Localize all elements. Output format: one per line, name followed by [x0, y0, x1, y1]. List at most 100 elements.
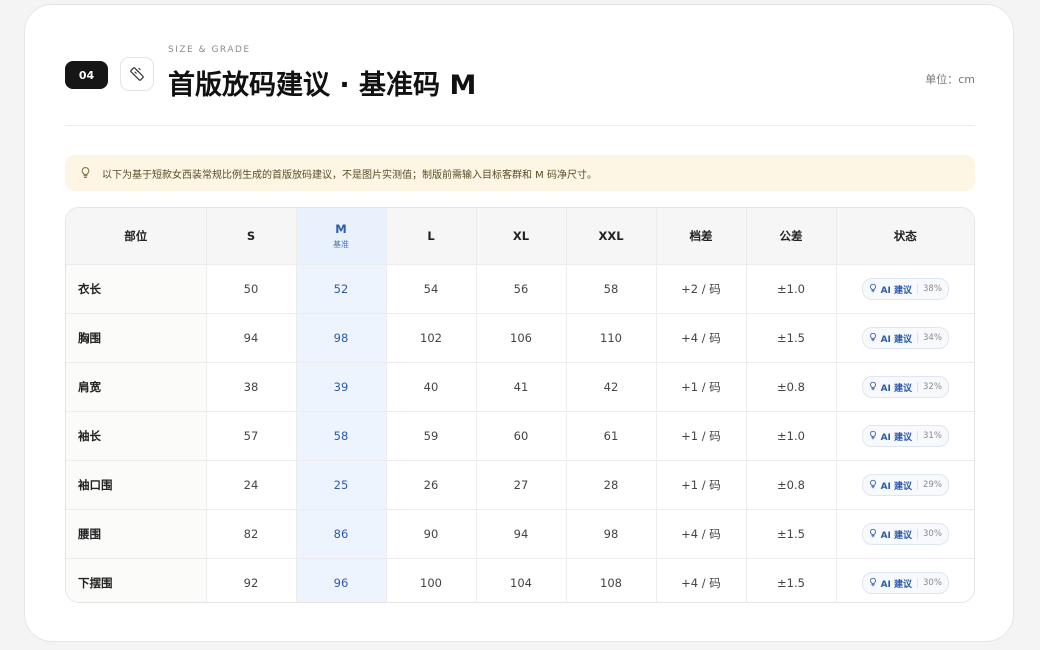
confidence-percent: 31%	[917, 431, 942, 441]
column-header-part: 部位	[66, 208, 207, 265]
cell-l: 90	[386, 509, 477, 559]
cell-s: 24	[206, 460, 297, 510]
column-header-xxl: XXL	[566, 208, 657, 265]
confidence-percent: 34%	[917, 333, 942, 343]
cell-grade: +4 / 码	[656, 558, 747, 602]
cell-s: 92	[206, 558, 297, 602]
cell-m: 86	[296, 509, 387, 559]
lightbulb-icon	[868, 479, 878, 492]
confidence-percent: 30%	[917, 529, 942, 539]
cell-xl: 41	[476, 362, 567, 412]
column-header-tolerance: 公差	[746, 208, 837, 265]
cell-xxl: 98	[566, 509, 657, 559]
cell-s: 57	[206, 411, 297, 461]
cell-grade: +1 / 码	[656, 411, 747, 461]
table-row: 袖长 57 58 59 60 61 +1 / 码 ±1.0 AI 建议 31%	[66, 411, 974, 461]
cell-s: 82	[206, 509, 297, 559]
status-label: AI 建议	[880, 530, 913, 541]
cell-xxl: 110	[566, 313, 657, 363]
cell-xl: 60	[476, 411, 567, 461]
status-label: AI 建议	[880, 285, 913, 296]
cell-l: 59	[386, 411, 477, 461]
cell-tolerance: ±0.8	[746, 362, 837, 412]
cell-xxl: 61	[566, 411, 657, 461]
cell-xl: 56	[476, 264, 567, 314]
cell-part: 衣长	[66, 264, 207, 314]
cell-xl: 94	[476, 509, 567, 559]
table-row: 衣长 50 52 54 56 58 +2 / 码 ±1.0 AI 建议 38%	[66, 264, 974, 314]
cell-xl: 27	[476, 460, 567, 510]
cell-xxl: 28	[566, 460, 657, 510]
column-header-m: M 基准	[296, 208, 387, 265]
cell-grade: +1 / 码	[656, 362, 747, 412]
cell-status: AI 建议 29%	[836, 460, 974, 510]
cell-l: 26	[386, 460, 477, 510]
notice-text: 以下为基于短款女西装常规比例生成的首版放码建议，不是图片实测值；制版前需输入目标…	[102, 169, 597, 181]
lightbulb-icon	[868, 577, 878, 590]
table-row: 袖口围 24 25 26 27 28 +1 / 码 ±0.8 AI 建议 29%	[66, 460, 974, 510]
cell-xl: 106	[476, 313, 567, 363]
cell-tolerance: ±1.5	[746, 313, 837, 363]
cell-l: 54	[386, 264, 477, 314]
page-title: 首版放码建议 · 基准码 M	[168, 70, 477, 101]
unit-label: 单位：cm	[925, 73, 975, 86]
confidence-percent: 32%	[917, 382, 942, 392]
ai-suggestion-badge[interactable]: AI 建议 38%	[861, 278, 949, 300]
table-row: 腰围 82 86 90 94 98 +4 / 码 ±1.5 AI 建议 30%	[66, 509, 974, 559]
table-row: 胸围 94 98 102 106 110 +4 / 码 ±1.5 AI 建议 3…	[66, 313, 974, 363]
size-table: 部位 S M 基准 L XL XXL 档差 公差 状态 衣长 50 52 54	[65, 207, 975, 603]
column-header-status: 状态	[836, 208, 974, 265]
cell-tolerance: ±1.5	[746, 558, 837, 602]
cell-status: AI 建议 30%	[836, 559, 974, 603]
header-divider	[65, 125, 975, 126]
cell-xxl: 42	[566, 362, 657, 412]
lightbulb-icon	[868, 430, 878, 443]
cell-status: AI 建议 38%	[836, 264, 974, 314]
cell-s: 50	[206, 264, 297, 314]
ai-suggestion-badge[interactable]: AI 建议 34%	[861, 327, 949, 349]
column-header-l: L	[386, 208, 477, 265]
cell-xxl: 108	[566, 558, 657, 602]
ai-suggestion-badge[interactable]: AI 建议 29%	[861, 474, 949, 496]
cell-part: 袖长	[66, 411, 207, 461]
status-label: AI 建议	[880, 334, 913, 345]
cell-status: AI 建议 34%	[836, 313, 974, 363]
cell-grade: +1 / 码	[656, 460, 747, 510]
cell-part: 胸围	[66, 313, 207, 363]
ai-suggestion-badge[interactable]: AI 建议 31%	[861, 425, 949, 447]
cell-grade: +2 / 码	[656, 264, 747, 314]
status-label: AI 建议	[880, 579, 913, 590]
cell-xl: 104	[476, 558, 567, 602]
ruler-icon	[120, 57, 154, 91]
lightbulb-icon	[868, 332, 878, 345]
cell-grade: +4 / 码	[656, 509, 747, 559]
cell-m: 25	[296, 460, 387, 510]
ai-suggestion-badge[interactable]: AI 建议 30%	[861, 523, 949, 545]
cell-m: 58	[296, 411, 387, 461]
table-row: 肩宽 38 39 40 41 42 +1 / 码 ±0.8 AI 建议 32%	[66, 362, 974, 412]
notice-banner: 以下为基于短款女西装常规比例生成的首版放码建议，不是图片实测值；制版前需输入目标…	[65, 155, 975, 191]
cell-grade: +4 / 码	[656, 313, 747, 363]
cell-status: AI 建议 30%	[836, 509, 974, 559]
cell-status: AI 建议 32%	[836, 362, 974, 412]
confidence-percent: 30%	[917, 578, 942, 588]
ai-suggestion-badge[interactable]: AI 建议 30%	[861, 572, 949, 594]
ai-suggestion-badge[interactable]: AI 建议 32%	[861, 376, 949, 398]
cell-m: 96	[296, 558, 387, 602]
size-grade-card: 04 SIZE & GRADE 首版放码建议 · 基准码 M 单位：cm 以下为…	[24, 4, 1014, 642]
lightbulb-icon	[79, 164, 92, 183]
cell-tolerance: ±0.8	[746, 460, 837, 510]
column-header-s: S	[206, 208, 297, 265]
table-row: 下摆围 92 96 100 104 108 +4 / 码 ±1.5 AI 建议 …	[66, 558, 974, 603]
cell-part: 肩宽	[66, 362, 207, 412]
status-label: AI 建议	[880, 432, 913, 443]
cell-m: 39	[296, 362, 387, 412]
base-size-tag: 基准	[333, 240, 349, 249]
status-label: AI 建议	[880, 481, 913, 492]
column-header-m-label: M	[335, 222, 347, 236]
cell-s: 94	[206, 313, 297, 363]
section-header: 04 SIZE & GRADE 首版放码建议 · 基准码 M 单位：cm	[65, 45, 975, 105]
cell-part: 袖口围	[66, 460, 207, 510]
cell-part: 腰围	[66, 509, 207, 559]
section-number-badge: 04	[65, 61, 108, 89]
